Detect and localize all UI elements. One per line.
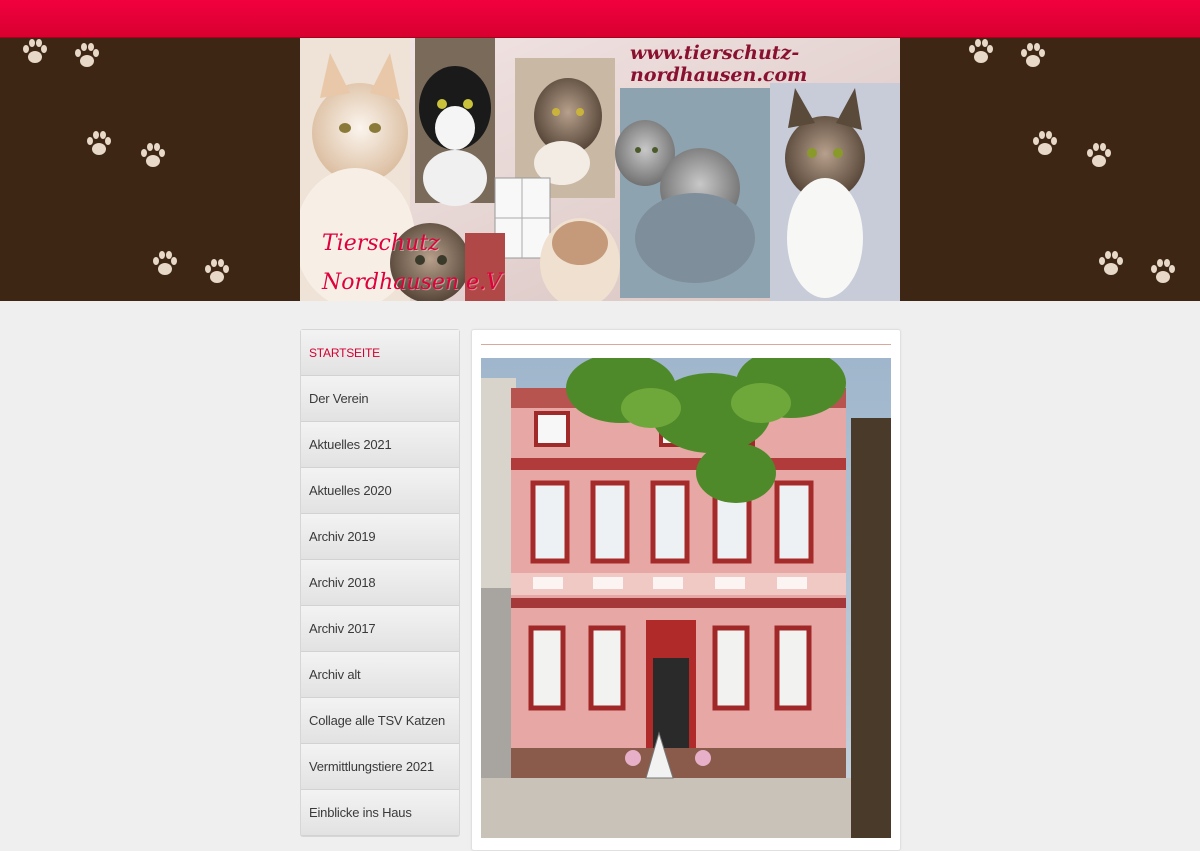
paw-icon (87, 131, 111, 155)
nav-item-archiv-2017[interactable]: Archiv 2017 (301, 606, 459, 652)
paw-icon (141, 143, 165, 167)
paw-icon (1151, 259, 1175, 283)
building-photo (481, 358, 891, 838)
paw-icon (205, 259, 229, 283)
nav-item-einblicke-ins-haus[interactable]: Einblicke ins Haus (301, 790, 459, 836)
brand-name-line2: Nordhausen e.V (322, 270, 502, 295)
header-cat-collage: www.tierschutz-nordhausen.com Tierschutz… (300, 38, 900, 301)
paw-icon (1021, 43, 1045, 67)
sidebar-nav: STARTSEITE Der Verein Aktuelles 2021 Akt… (300, 329, 460, 837)
paw-prints-right (900, 38, 1200, 301)
nav-item-collage-katzen[interactable]: Collage alle TSV Katzen (301, 698, 459, 744)
paw-icon (1099, 251, 1123, 275)
paw-icon (969, 39, 993, 63)
nav-item-startseite[interactable]: STARTSEITE (301, 330, 459, 376)
nav-item-archiv-alt[interactable]: Archiv alt (301, 652, 459, 698)
paw-icon (1033, 131, 1057, 155)
nav-item-archiv-2019[interactable]: Archiv 2019 (301, 514, 459, 560)
nav-item-aktuelles-2021[interactable]: Aktuelles 2021 (301, 422, 459, 468)
main-content (471, 329, 901, 851)
nav-item-vermittlungstiere-2021[interactable]: Vermittlungstiere 2021 (301, 744, 459, 790)
nav-item-archiv-2018[interactable]: Archiv 2018 (301, 560, 459, 606)
paw-icon (23, 39, 47, 63)
brand-name-line1: Tierschutz (322, 231, 440, 256)
nav-item-der-verein[interactable]: Der Verein (301, 376, 459, 422)
building-photo-image (481, 358, 891, 838)
header-banner: www.tierschutz-nordhausen.com Tierschutz… (0, 38, 1200, 301)
top-bar (0, 0, 1200, 38)
paw-icon (75, 43, 99, 67)
paw-icon (1087, 143, 1111, 167)
content-divider (481, 344, 891, 345)
site-url-text: www.tierschutz-nordhausen.com (630, 42, 808, 86)
paw-prints-left (0, 38, 300, 301)
nav-item-aktuelles-2020[interactable]: Aktuelles 2020 (301, 468, 459, 514)
paw-icon (153, 251, 177, 275)
